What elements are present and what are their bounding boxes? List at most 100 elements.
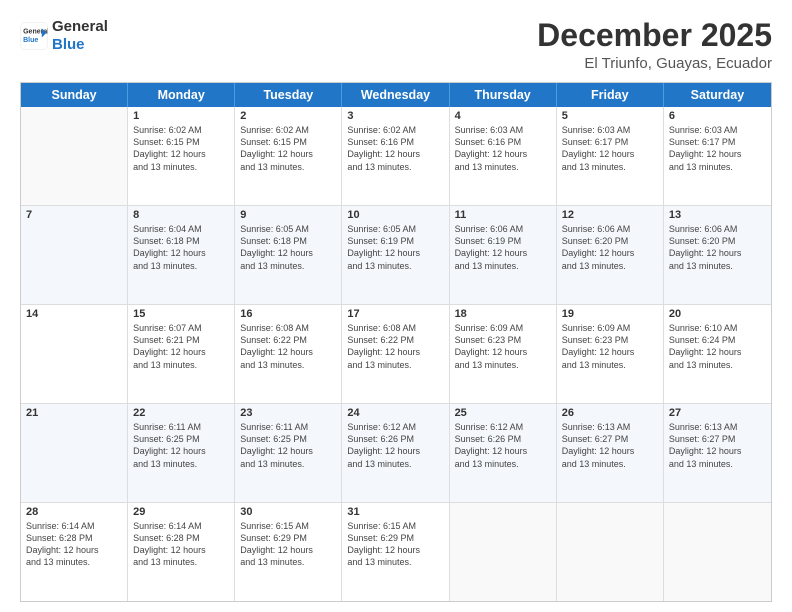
day-number: 12 <box>562 209 658 221</box>
cal-cell: 20 Sunrise: 6:10 AM Sunset: 6:24 PM Dayli… <box>664 305 771 403</box>
cal-cell: 6 Sunrise: 6:03 AM Sunset: 6:17 PM Daylig… <box>664 107 771 205</box>
day-info: Sunrise: 6:02 AM Sunset: 6:15 PM Dayligh… <box>133 124 229 173</box>
day-number: 26 <box>562 407 658 419</box>
day-number: 23 <box>240 407 336 419</box>
general-blue-logo-icon: General Blue <box>20 22 48 50</box>
day-info: Sunrise: 6:05 AM Sunset: 6:19 PM Dayligh… <box>347 223 443 272</box>
day-info: Sunrise: 6:08 AM Sunset: 6:22 PM Dayligh… <box>240 322 336 371</box>
day-number: 13 <box>669 209 766 221</box>
day-info: Sunrise: 6:13 AM Sunset: 6:27 PM Dayligh… <box>669 421 766 470</box>
day-info: Sunrise: 6:02 AM Sunset: 6:15 PM Dayligh… <box>240 124 336 173</box>
cal-cell: 23 Sunrise: 6:11 AM Sunset: 6:25 PM Dayli… <box>235 404 342 502</box>
cal-cell: 24 Sunrise: 6:12 AM Sunset: 6:26 PM Dayli… <box>342 404 449 502</box>
cal-cell: 16Sunrise: 6:08 AM Sunset: 6:22 PM Dayli… <box>235 305 342 403</box>
day-info: Sunrise: 6:03 AM Sunset: 6:16 PM Dayligh… <box>455 124 551 173</box>
cal-cell: 17 Sunrise: 6:08 AM Sunset: 6:22 PM Dayli… <box>342 305 449 403</box>
day-info: Sunrise: 6:10 AM Sunset: 6:24 PM Dayligh… <box>669 322 766 371</box>
cal-cell: 29Sunrise: 6:14 AM Sunset: 6:28 PM Dayli… <box>128 503 235 601</box>
cal-cell: 14 <box>21 305 128 403</box>
day-number: 20 <box>669 308 766 320</box>
day-number: 21 <box>26 407 122 419</box>
day-info: Sunrise: 6:03 AM Sunset: 6:17 PM Dayligh… <box>562 124 658 173</box>
day-number: 19 <box>562 308 658 320</box>
day-info: Sunrise: 6:02 AM Sunset: 6:16 PM Dayligh… <box>347 124 443 173</box>
day-info: Sunrise: 6:03 AM Sunset: 6:17 PM Dayligh… <box>669 124 766 173</box>
day-number: 24 <box>347 407 443 419</box>
calendar: SundayMondayTuesdayWednesdayThursdayFrid… <box>20 82 772 602</box>
cal-cell: 28 Sunrise: 6:14 AM Sunset: 6:28 PM Dayli… <box>21 503 128 601</box>
cal-cell: 10Sunrise: 6:05 AM Sunset: 6:19 PM Dayli… <box>342 206 449 304</box>
calendar-header: SundayMondayTuesdayWednesdayThursdayFrid… <box>21 83 771 107</box>
day-number: 7 <box>26 209 122 221</box>
cal-cell: 2 Sunrise: 6:02 AM Sunset: 6:15 PM Daylig… <box>235 107 342 205</box>
day-info: Sunrise: 6:05 AM Sunset: 6:18 PM Dayligh… <box>240 223 336 272</box>
cal-cell: 7 <box>21 206 128 304</box>
day-number: 4 <box>455 110 551 122</box>
day-info: Sunrise: 6:15 AM Sunset: 6:29 PM Dayligh… <box>347 520 443 569</box>
header: General Blue General Blue December 2025 … <box>20 18 772 72</box>
day-number: 29 <box>133 506 229 518</box>
page-title: December 2025 <box>537 18 772 53</box>
day-number: 14 <box>26 308 122 320</box>
day-info: Sunrise: 6:09 AM Sunset: 6:23 PM Dayligh… <box>455 322 551 371</box>
cal-cell: 19 Sunrise: 6:09 AM Sunset: 6:23 PM Dayli… <box>557 305 664 403</box>
cal-header-wednesday: Wednesday <box>342 83 449 107</box>
cal-cell: 12Sunrise: 6:06 AM Sunset: 6:20 PM Dayli… <box>557 206 664 304</box>
day-info: Sunrise: 6:13 AM Sunset: 6:27 PM Dayligh… <box>562 421 658 470</box>
day-info: Sunrise: 6:12 AM Sunset: 6:26 PM Dayligh… <box>455 421 551 470</box>
day-number: 6 <box>669 110 766 122</box>
cal-cell: 9 Sunrise: 6:05 AM Sunset: 6:18 PM Daylig… <box>235 206 342 304</box>
cal-cell: 22Sunrise: 6:11 AM Sunset: 6:25 PM Dayli… <box>128 404 235 502</box>
cal-cell: 26 Sunrise: 6:13 AM Sunset: 6:27 PM Dayli… <box>557 404 664 502</box>
cal-week-3: 14 15Sunrise: 6:07 AM Sunset: 6:21 PM Day… <box>21 305 771 404</box>
logo: General Blue General Blue <box>20 18 108 54</box>
cal-cell: 25 Sunrise: 6:12 AM Sunset: 6:26 PM Dayli… <box>450 404 557 502</box>
day-info: Sunrise: 6:04 AM Sunset: 6:18 PM Dayligh… <box>133 223 229 272</box>
cal-cell: 30 Sunrise: 6:15 AM Sunset: 6:29 PM Dayli… <box>235 503 342 601</box>
cal-cell: 13Sunrise: 6:06 AM Sunset: 6:20 PM Dayli… <box>664 206 771 304</box>
day-info: Sunrise: 6:14 AM Sunset: 6:28 PM Dayligh… <box>26 520 122 569</box>
cal-header-thursday: Thursday <box>450 83 557 107</box>
day-info: Sunrise: 6:07 AM Sunset: 6:21 PM Dayligh… <box>133 322 229 371</box>
day-info: Sunrise: 6:12 AM Sunset: 6:26 PM Dayligh… <box>347 421 443 470</box>
cal-cell: 8 Sunrise: 6:04 AM Sunset: 6:18 PM Daylig… <box>128 206 235 304</box>
day-number: 2 <box>240 110 336 122</box>
cal-cell: 31 Sunrise: 6:15 AM Sunset: 6:29 PM Dayli… <box>342 503 449 601</box>
cal-cell: 4 Sunrise: 6:03 AM Sunset: 6:16 PM Daylig… <box>450 107 557 205</box>
day-info: Sunrise: 6:08 AM Sunset: 6:22 PM Dayligh… <box>347 322 443 371</box>
cal-cell: 11Sunrise: 6:06 AM Sunset: 6:19 PM Dayli… <box>450 206 557 304</box>
cal-cell <box>450 503 557 601</box>
logo-blue: Blue <box>52 36 108 54</box>
day-info: Sunrise: 6:09 AM Sunset: 6:23 PM Dayligh… <box>562 322 658 371</box>
day-number: 25 <box>455 407 551 419</box>
calendar-body: 1 Sunrise: 6:02 AM Sunset: 6:15 PM Daylig… <box>21 107 771 601</box>
day-number: 8 <box>133 209 229 221</box>
cal-cell <box>664 503 771 601</box>
cal-cell: 15Sunrise: 6:07 AM Sunset: 6:21 PM Dayli… <box>128 305 235 403</box>
cal-week-2: 78 Sunrise: 6:04 AM Sunset: 6:18 PM Dayli… <box>21 206 771 305</box>
day-number: 30 <box>240 506 336 518</box>
cal-cell <box>21 107 128 205</box>
cal-cell: 3 Sunrise: 6:02 AM Sunset: 6:16 PM Daylig… <box>342 107 449 205</box>
logo-text: General Blue <box>52 18 108 54</box>
day-number: 31 <box>347 506 443 518</box>
cal-cell: 21 <box>21 404 128 502</box>
day-number: 28 <box>26 506 122 518</box>
day-info: Sunrise: 6:11 AM Sunset: 6:25 PM Dayligh… <box>240 421 336 470</box>
day-info: Sunrise: 6:11 AM Sunset: 6:25 PM Dayligh… <box>133 421 229 470</box>
day-number: 27 <box>669 407 766 419</box>
day-info: Sunrise: 6:06 AM Sunset: 6:19 PM Dayligh… <box>455 223 551 272</box>
cal-header-tuesday: Tuesday <box>235 83 342 107</box>
cal-cell: 18 Sunrise: 6:09 AM Sunset: 6:23 PM Dayli… <box>450 305 557 403</box>
day-number: 9 <box>240 209 336 221</box>
cal-header-saturday: Saturday <box>664 83 771 107</box>
cal-header-sunday: Sunday <box>21 83 128 107</box>
cal-week-4: 21 22Sunrise: 6:11 AM Sunset: 6:25 PM Day… <box>21 404 771 503</box>
page-subtitle: El Triunfo, Guayas, Ecuador <box>537 55 772 72</box>
title-block: December 2025 El Triunfo, Guayas, Ecuado… <box>537 18 772 72</box>
day-number: 3 <box>347 110 443 122</box>
day-info: Sunrise: 6:15 AM Sunset: 6:29 PM Dayligh… <box>240 520 336 569</box>
day-number: 18 <box>455 308 551 320</box>
day-number: 17 <box>347 308 443 320</box>
day-number: 1 <box>133 110 229 122</box>
